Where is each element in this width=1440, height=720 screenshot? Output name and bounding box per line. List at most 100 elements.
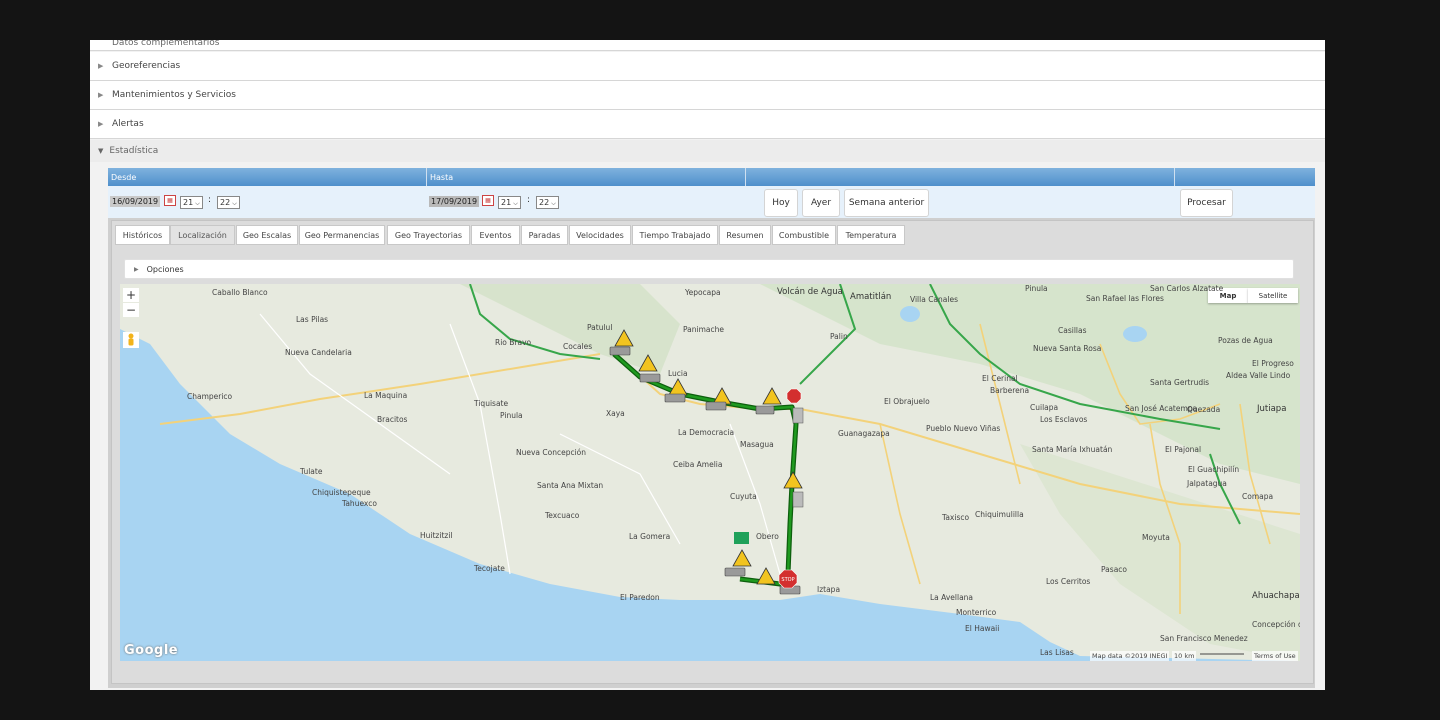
ayer-button[interactable]: Ayer [802, 189, 840, 217]
map-place-label: Monterrico [956, 608, 997, 617]
map-place-label: El Cerinal [982, 374, 1018, 383]
map-place-label: Santa Ana Mixtan [537, 481, 604, 490]
map-place-label: Cuyuta [730, 492, 757, 501]
map-place-label: Guanagazapa [838, 429, 890, 438]
desde-hour-value: 21 [183, 198, 194, 207]
map-place-label: Casillas [1058, 326, 1087, 335]
map-place-label: Cocales [563, 342, 593, 351]
chevron-down-icon: ⌵ [232, 200, 237, 207]
hoy-button[interactable]: Hoy [764, 189, 798, 217]
tab-historicos[interactable]: Históricos [115, 225, 170, 245]
map-place-label: Volcán de Agua [777, 287, 843, 297]
zoom-out-button[interactable]: − [123, 303, 139, 317]
procesar-button[interactable]: Procesar [1180, 189, 1233, 217]
section-estadistica[interactable]: ▼ Estadística [90, 140, 1325, 162]
map-place-label: Moyuta [1142, 533, 1170, 542]
tab-geo-trayectorias[interactable]: Geo Trayectorias [387, 225, 470, 245]
hasta-hour-value: 21 [501, 198, 512, 207]
tab-eventos[interactable]: Eventos [471, 225, 520, 245]
tab-combustible[interactable]: Combustible [772, 225, 836, 245]
map-place-label: Masagua [740, 440, 774, 449]
map-place-label: El Obrajuelo [884, 397, 930, 406]
hasta-min-select[interactable]: 22 ⌵ [536, 196, 559, 209]
map-attribution: Map data ©2019 INEGI [1090, 651, 1170, 661]
tabs-container: Históricos Localización Geo Escalas Geo … [111, 220, 1314, 684]
map-place-label: Palin [830, 332, 848, 341]
section-georeferencias[interactable]: ▶ Georeferencias [90, 52, 1325, 81]
map-place-label: Las Pilas [296, 315, 329, 324]
section-label: Mantenimientos y Servicios [112, 90, 236, 100]
map-place-label: Pueblo Nuevo Viñas [926, 424, 1001, 433]
chevron-down-icon: ⌵ [551, 200, 556, 207]
map-place-label: Comapa [1242, 492, 1274, 501]
map-place-label: Pasaco [1101, 565, 1127, 574]
semana-anterior-button[interactable]: Semana anterior [844, 189, 929, 217]
blank-header [746, 168, 1175, 186]
map-type-satellite-button[interactable]: Satellite [1248, 288, 1298, 303]
desde-min-select[interactable]: 22 ⌵ [217, 196, 240, 209]
section-alertas[interactable]: ▶ Alertas [90, 110, 1325, 139]
map-place-label: Bracitos [377, 415, 408, 424]
date-header: Desde Hasta [108, 168, 1315, 186]
map-place-label: Obero [756, 532, 779, 541]
map-place-label: Huitzitzil [420, 531, 453, 540]
map-place-label: El Paredon [620, 593, 660, 602]
map-place-label: Jalpatagua [1187, 479, 1227, 488]
map-scale[interactable]: 10 km [1172, 651, 1197, 661]
map-place-label: Santa María Ixhuatán [1032, 445, 1113, 454]
map-place-label: Tulate [300, 467, 323, 476]
desde-date-input[interactable]: 16/09/2019 [110, 196, 161, 207]
map-place-label: Nueva Santa Rosa [1033, 344, 1102, 353]
map-view[interactable]: STOP + − Map Satellite Caballo Blanco La… [120, 284, 1300, 661]
map-place-label: San Carlos Alzatate [1150, 284, 1224, 293]
map-place-label: Iztapa [817, 585, 841, 594]
calendar-icon[interactable]: ▦ [482, 195, 494, 206]
hasta-hour-select[interactable]: 21 ⌵ [498, 196, 521, 209]
map-place-label: Chiquistepeque [312, 488, 371, 497]
map-place-label: Lucia [668, 369, 688, 378]
hasta-header: Hasta [427, 168, 746, 186]
desde-hour-select[interactable]: 21 ⌵ [180, 196, 203, 209]
desde-min-value: 22 [220, 198, 231, 207]
zoom-in-button[interactable]: + [123, 288, 139, 302]
map-place-label: El Hawaii [965, 624, 1000, 633]
map-place-label: Yepocapa [685, 288, 721, 297]
opciones-bar[interactable]: ▶ Opciones [124, 259, 1294, 279]
tab-paradas[interactable]: Paradas [521, 225, 568, 245]
section-mantenimientos[interactable]: ▶ Mantenimientos y Servicios [90, 81, 1325, 110]
tab-temperatura[interactable]: Temperatura [837, 225, 905, 245]
tab-localizacion[interactable]: Localización [170, 225, 235, 245]
chevron-down-icon: ⌵ [513, 200, 518, 207]
map-place-label: Chiquimulilla [975, 510, 1024, 519]
hasta-min-value: 22 [539, 198, 550, 207]
calendar-icon[interactable]: ▦ [164, 195, 176, 206]
tab-geo-escalas[interactable]: Geo Escalas [236, 225, 298, 245]
map-place-label: Amatitlán [850, 292, 892, 302]
google-logo: Google [124, 643, 179, 658]
map-place-label: Tecojate [474, 564, 505, 573]
tab-resumen[interactable]: Resumen [719, 225, 771, 245]
chevron-down-icon: ⌵ [195, 200, 200, 207]
map-place-label: Villa Canales [910, 295, 958, 304]
map-place-label: Ahuachapa [1252, 591, 1300, 601]
hasta-date-input[interactable]: 17/09/2019 [429, 196, 480, 207]
map-place-label: La Gomera [629, 532, 671, 541]
terms-link[interactable]: Terms of Use [1252, 651, 1298, 661]
map-place-label: El Guachipilín [1188, 465, 1240, 474]
desde-header: Desde [108, 168, 427, 186]
pegman-icon[interactable] [123, 332, 139, 348]
tab-velocidades[interactable]: Velocidades [569, 225, 631, 245]
section-datos-complementarios[interactable]: ▶ Datos complementarios [90, 40, 1325, 51]
map-place-label: El Progreso [1252, 359, 1294, 368]
section-label: Estadística [109, 146, 159, 156]
chevron-down-icon: ▼ [98, 147, 104, 155]
tab-geo-permanencias[interactable]: Geo Permanencias [299, 225, 385, 245]
map-place-label: Santa Gertrudis [1150, 378, 1210, 387]
map-place-label: Tiquisate [474, 399, 509, 408]
map-place-label: La Avellana [930, 593, 974, 602]
main-panel: ▶ Datos complementarios ▶ Georeferencias… [90, 40, 1325, 690]
tab-tiempo-trabajado[interactable]: Tiempo Trabajado [632, 225, 718, 245]
map-place-label: Texcuaco [545, 511, 580, 520]
map-place-label: Jutiapa [1257, 404, 1287, 414]
map-place-label: Patulul [587, 323, 613, 332]
